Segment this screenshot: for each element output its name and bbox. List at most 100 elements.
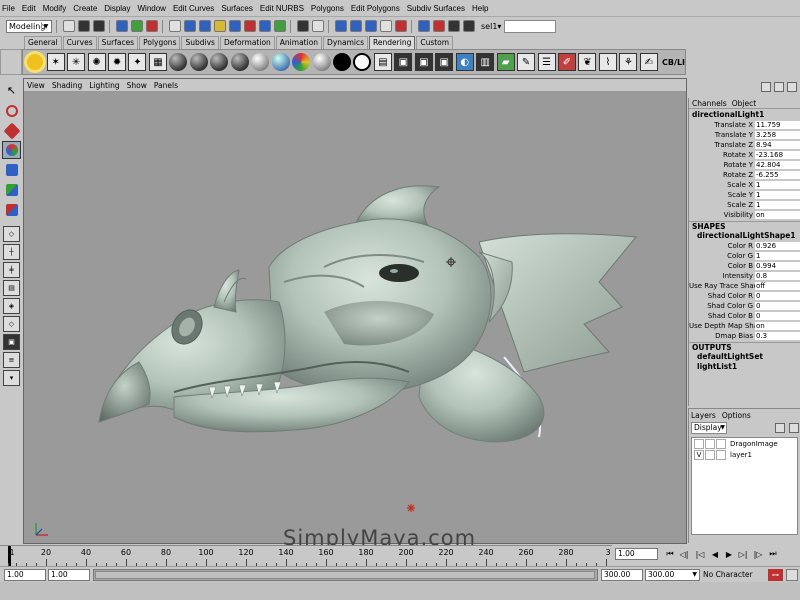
- channel-label[interactable]: Shad Color G: [689, 302, 755, 310]
- render-globals-icon[interactable]: [463, 20, 475, 32]
- channel-value-field[interactable]: 1: [755, 180, 800, 190]
- lock-selection-icon[interactable]: [297, 20, 309, 32]
- snap-point-icon[interactable]: [365, 20, 377, 32]
- layer-row[interactable]: DragonImage: [692, 438, 797, 449]
- channel-label[interactable]: Use Depth Map Sha: [689, 322, 755, 330]
- mask-dynamics-icon[interactable]: [244, 20, 256, 32]
- surface-shader-icon[interactable]: [333, 52, 352, 72]
- channel-value-field[interactable]: 0.926: [755, 241, 800, 251]
- object-name[interactable]: directionalLight1: [689, 110, 800, 120]
- step-back-key-icon[interactable]: ◁|: [678, 548, 690, 560]
- channel-label[interactable]: Rotate X: [689, 151, 755, 159]
- layer-name[interactable]: DragonImage: [730, 440, 778, 448]
- options-menu[interactable]: Options: [722, 411, 751, 420]
- menu-window[interactable]: Window: [138, 4, 166, 13]
- anisotropic-ball-icon[interactable]: [251, 52, 270, 72]
- snap-grid-icon[interactable]: [335, 20, 347, 32]
- hypershade-icon[interactable]: ◐: [455, 52, 474, 72]
- ipr-icon[interactable]: ▣: [435, 52, 454, 72]
- channel-value-field[interactable]: 0: [755, 301, 800, 311]
- menu-edit[interactable]: Edit: [22, 4, 36, 13]
- play-forward-icon[interactable]: ▶: [723, 548, 735, 560]
- viewport-menu-show[interactable]: Show: [127, 81, 147, 90]
- menu-help[interactable]: Help: [472, 4, 488, 13]
- quick-select-field[interactable]: [504, 19, 557, 33]
- select-object-icon[interactable]: [131, 20, 143, 32]
- select-tool-icon[interactable]: ↖: [2, 82, 21, 100]
- rotate-tool-icon[interactable]: [2, 161, 21, 179]
- channel-value-field[interactable]: 0.8: [755, 271, 800, 281]
- layer-visibility-toggle[interactable]: V: [694, 449, 704, 460]
- attribute-editor-toggle-icon[interactable]: [774, 82, 784, 92]
- channel-label[interactable]: Use Ray Trace Shad: [689, 282, 755, 290]
- render-icon[interactable]: [433, 20, 445, 32]
- viewport-menu-shading[interactable]: Shading: [52, 81, 82, 90]
- shelf-tab-subdivs[interactable]: Subdivs: [181, 36, 219, 49]
- channel-value-field[interactable]: 42.804: [755, 160, 800, 170]
- channel-label[interactable]: Visibility: [689, 211, 755, 219]
- fur-icon[interactable]: ⚘: [619, 52, 638, 72]
- channel-value-field[interactable]: on: [755, 210, 800, 220]
- channel-label[interactable]: Translate Z: [689, 141, 755, 149]
- save-scene-icon[interactable]: [93, 20, 105, 32]
- channel-label[interactable]: Color G: [689, 252, 755, 260]
- attribute-editor-icon[interactable]: ☰: [537, 52, 556, 72]
- layered-ball-icon[interactable]: [271, 52, 290, 72]
- shelf-tab-deformation[interactable]: Deformation: [219, 36, 275, 49]
- outliner-layout-icon[interactable]: ▤: [3, 280, 20, 297]
- snap-curve-icon[interactable]: [350, 20, 362, 32]
- spot-light-icon[interactable]: ✹: [108, 52, 127, 72]
- channel-label[interactable]: Rotate Y: [689, 161, 755, 169]
- brush-icon[interactable]: ✐: [558, 52, 576, 72]
- channel-box-toggle-icon[interactable]: [787, 82, 797, 92]
- menu-edit-curves[interactable]: Edit Curves: [173, 4, 214, 13]
- paint-effects-icon[interactable]: ❦: [578, 52, 597, 72]
- channel-value-field[interactable]: 1: [755, 251, 800, 261]
- scale-tool-icon[interactable]: [2, 181, 21, 199]
- channel-label[interactable]: Scale X: [689, 181, 755, 189]
- persp-graph-layout-icon[interactable]: ◈: [3, 298, 20, 315]
- viewport-persp[interactable]: View Shading Lighting Show Panels Simply…: [23, 78, 687, 555]
- shelf-tab-dynamics[interactable]: Dynamics: [323, 36, 369, 49]
- hypershade-layout-icon[interactable]: ◇: [3, 316, 20, 333]
- shelf-options[interactable]: [0, 49, 22, 75]
- layer-row[interactable]: Vlayer1: [692, 449, 797, 460]
- render-settings-icon[interactable]: ▥: [476, 52, 495, 72]
- step-back-icon[interactable]: |◁: [694, 548, 706, 560]
- render-view-icon[interactable]: ▣: [394, 52, 413, 72]
- lambert-ball-icon[interactable]: [169, 52, 188, 72]
- menu-modify[interactable]: Modify: [43, 4, 67, 13]
- texture-icon[interactable]: ▤: [373, 52, 392, 72]
- layers-menu[interactable]: Layers: [691, 411, 716, 420]
- snap-live-icon[interactable]: [395, 20, 407, 32]
- shelf-tab-surfaces[interactable]: Surfaces: [97, 36, 139, 49]
- stroke-icon[interactable]: ✍: [639, 52, 658, 72]
- lasso-tool-icon[interactable]: [2, 102, 21, 120]
- end-time-field[interactable]: 300.00 ▼: [645, 569, 700, 581]
- shading-map-icon[interactable]: [312, 52, 331, 72]
- channel-label[interactable]: Shad Color R: [689, 292, 755, 300]
- go-to-end-icon[interactable]: ⏭: [767, 548, 779, 560]
- layer-display-type-toggle[interactable]: [705, 449, 715, 460]
- menu-file[interactable]: File: [2, 4, 15, 13]
- channel-value-field[interactable]: off: [755, 281, 800, 291]
- layer-visibility-toggle[interactable]: [694, 438, 704, 449]
- mask-rendering-icon[interactable]: [259, 20, 271, 32]
- channel-label[interactable]: Translate Y: [689, 131, 755, 139]
- channel-label[interactable]: Translate X: [689, 121, 755, 129]
- output-node[interactable]: lightList1: [689, 362, 800, 372]
- mask-deformers-icon[interactable]: [229, 20, 241, 32]
- single-pane-layout-icon[interactable]: ◇: [3, 226, 20, 243]
- layer-color-swatch[interactable]: [716, 438, 726, 449]
- blinn-ball-icon[interactable]: [189, 52, 208, 72]
- channel-label[interactable]: Scale Y: [689, 191, 755, 199]
- menu-subdiv-surfaces[interactable]: Subdiv Surfaces: [407, 4, 465, 13]
- menu-surfaces[interactable]: Surfaces: [221, 4, 253, 13]
- camera-icon[interactable]: ▦: [148, 52, 167, 72]
- channel-value-field[interactable]: 3.258: [755, 130, 800, 140]
- channel-label[interactable]: Color R: [689, 242, 755, 250]
- use-background-icon[interactable]: [353, 52, 372, 72]
- snap-plane-icon[interactable]: [380, 20, 392, 32]
- tool-settings-icon[interactable]: [761, 82, 771, 92]
- channel-value-field[interactable]: on: [755, 321, 800, 331]
